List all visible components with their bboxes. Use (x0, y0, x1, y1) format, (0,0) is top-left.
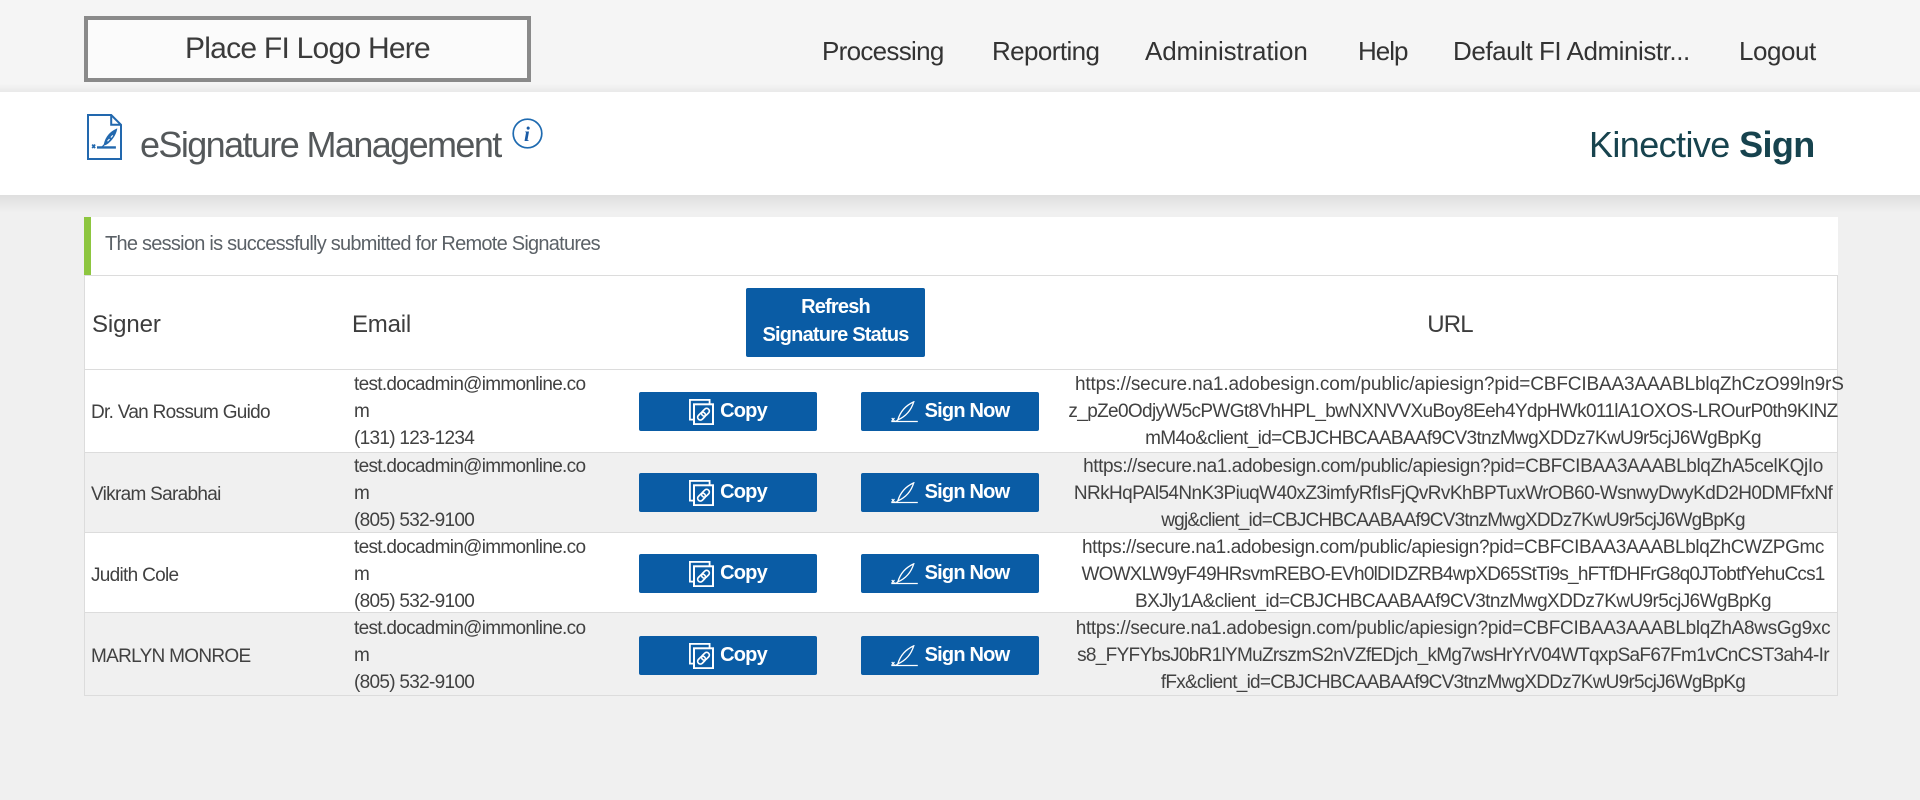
svg-text:i: i (524, 122, 530, 146)
